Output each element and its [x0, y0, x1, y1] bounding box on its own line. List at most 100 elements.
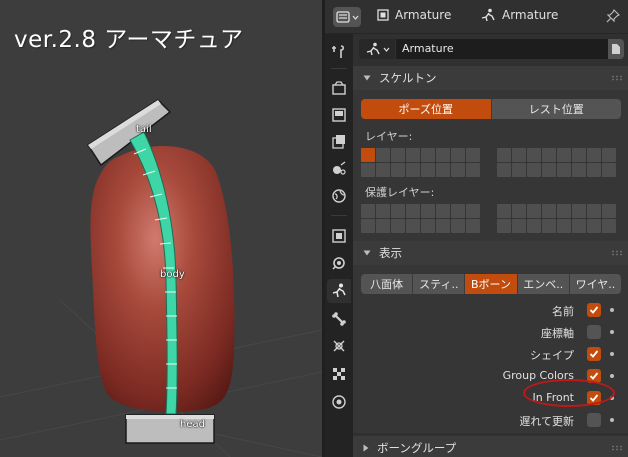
protected-layer-toggle[interactable] [557, 204, 571, 218]
display-type-octahedral[interactable]: 八面体 [361, 274, 414, 294]
layer-toggle[interactable] [557, 148, 571, 162]
protected-layer-toggle[interactable] [361, 204, 375, 218]
names-checkbox[interactable] [587, 303, 601, 317]
output-tab[interactable] [327, 103, 351, 127]
object-tab[interactable] [327, 224, 351, 248]
axes-checkbox[interactable] [587, 325, 601, 339]
tool-tab[interactable] [327, 40, 351, 64]
protected-layer-toggle[interactable] [421, 219, 435, 233]
layer-toggle[interactable] [466, 148, 480, 162]
keyframe-dot-icon[interactable] [610, 330, 614, 334]
drag-grip-icon[interactable] [611, 75, 623, 81]
pose-position-button[interactable]: ポーズ位置 [361, 99, 492, 119]
display-type-wire[interactable]: ワイヤ.. [569, 274, 621, 294]
layer-toggle[interactable] [557, 163, 571, 177]
protected-layer-toggle[interactable] [497, 219, 511, 233]
layer-toggle[interactable] [391, 148, 405, 162]
keyframe-dot-icon[interactable] [610, 374, 614, 378]
layer-toggle[interactable] [587, 148, 601, 162]
layer-toggle[interactable] [497, 163, 511, 177]
layer-toggle[interactable] [376, 148, 390, 162]
display-type-stick[interactable]: スティ.. [413, 274, 466, 294]
display-type-bbone[interactable]: Bボーン [465, 274, 518, 294]
modifier-tab[interactable] [327, 251, 351, 275]
layer-toggle[interactable] [391, 163, 405, 177]
layer-toggle[interactable] [542, 148, 556, 162]
keyframe-dot-icon[interactable] [610, 308, 614, 312]
protected-layer-toggle[interactable] [557, 219, 571, 233]
layer-toggle[interactable] [451, 148, 465, 162]
breadcrumb-data[interactable]: Armature [480, 8, 558, 22]
keyframe-dot-icon[interactable] [610, 352, 614, 356]
texture-tab[interactable] [327, 362, 351, 386]
protected-layer-toggle[interactable] [512, 219, 526, 233]
protected-layer-toggle[interactable] [572, 219, 586, 233]
layer-toggle[interactable] [512, 148, 526, 162]
pin-button[interactable] [606, 9, 620, 26]
protected-layer-toggle[interactable] [602, 219, 616, 233]
world-tab[interactable] [327, 184, 351, 208]
layer-toggle[interactable] [602, 163, 616, 177]
protected-layer-toggle[interactable] [572, 204, 586, 218]
bone-groups-panel-header[interactable]: ボーングループ [353, 436, 628, 457]
layer-toggle[interactable] [361, 148, 375, 162]
bone-constraint-tab[interactable] [327, 334, 351, 358]
render-tab[interactable] [327, 76, 351, 100]
editor-type-button[interactable] [333, 7, 361, 27]
protected-layer-toggle[interactable] [391, 204, 405, 218]
armature-data-tab[interactable] [327, 279, 351, 303]
protected-layer-toggle[interactable] [527, 204, 541, 218]
layer-toggle[interactable] [527, 148, 541, 162]
layer-toggle[interactable] [406, 163, 420, 177]
layer-toggle[interactable] [497, 148, 511, 162]
layer-toggle[interactable] [406, 148, 420, 162]
layer-toggle[interactable] [587, 163, 601, 177]
layer-toggle[interactable] [527, 163, 541, 177]
breadcrumb-object[interactable]: Armature [377, 8, 451, 22]
physics-tab[interactable] [327, 390, 351, 414]
protected-layer-toggle[interactable] [527, 219, 541, 233]
rest-position-button[interactable]: レスト位置 [491, 99, 621, 119]
protected-layer-toggle[interactable] [466, 219, 480, 233]
3d-viewport[interactable]: ver.2.8 アーマチュア tail body head [0, 0, 322, 457]
layer-toggle[interactable] [421, 148, 435, 162]
protected-layer-toggle[interactable] [466, 204, 480, 218]
skeleton-panel-header[interactable]: スケルトン [353, 66, 628, 90]
layer-toggle[interactable] [572, 163, 586, 177]
protected-layer-toggle[interactable] [361, 219, 375, 233]
protected-layer-toggle[interactable] [391, 219, 405, 233]
drag-grip-icon[interactable] [611, 445, 623, 451]
drag-grip-icon[interactable] [611, 250, 623, 256]
layer-toggle[interactable] [542, 163, 556, 177]
layer-toggle[interactable] [376, 163, 390, 177]
protected-layer-toggle[interactable] [436, 204, 450, 218]
layer-toggle[interactable] [421, 163, 435, 177]
protected-layer-toggle[interactable] [497, 204, 511, 218]
protected-layer-toggle[interactable] [451, 204, 465, 218]
protected-layer-toggle[interactable] [602, 204, 616, 218]
protected-layer-toggle[interactable] [406, 219, 420, 233]
layer-toggle[interactable] [436, 148, 450, 162]
protected-layer-toggle[interactable] [451, 219, 465, 233]
protected-layer-toggle[interactable] [587, 219, 601, 233]
layer-toggle[interactable] [361, 163, 375, 177]
shapes-checkbox[interactable] [587, 347, 601, 361]
layer-toggle[interactable] [602, 148, 616, 162]
protected-layer-toggle[interactable] [421, 204, 435, 218]
protected-layer-toggle[interactable] [376, 204, 390, 218]
protected-layer-toggle[interactable] [587, 204, 601, 218]
display-type-envelope[interactable]: エンベ.. [517, 274, 570, 294]
layer-toggle[interactable] [512, 163, 526, 177]
protected-layer-toggle[interactable] [542, 219, 556, 233]
scene-tab[interactable] [327, 157, 351, 181]
protected-layer-toggle[interactable] [406, 204, 420, 218]
layer-toggle[interactable] [466, 163, 480, 177]
protected-layer-toggle[interactable] [512, 204, 526, 218]
protected-layer-toggle[interactable] [376, 219, 390, 233]
layer-toggle[interactable] [451, 163, 465, 177]
keyframe-dot-icon[interactable] [610, 418, 614, 422]
layer-toggle[interactable] [436, 163, 450, 177]
fake-user-button[interactable] [608, 39, 624, 59]
delay-refresh-checkbox[interactable] [587, 413, 601, 427]
bone-tab[interactable] [327, 307, 351, 331]
